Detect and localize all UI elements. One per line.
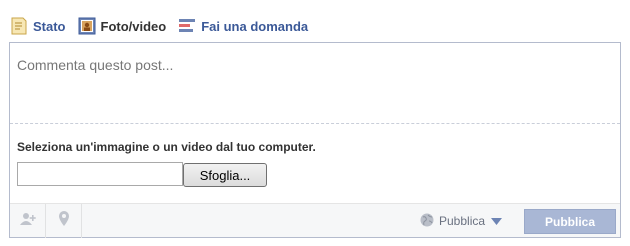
divider [10,123,620,124]
add-location-button[interactable] [46,204,81,238]
browse-button[interactable]: Sfoglia... [183,163,267,187]
file-path-field[interactable] [17,162,183,186]
chevron-down-icon [491,214,503,228]
tab-question-label: Fai una domanda [201,18,309,34]
upload-instructions: Seleziona un'immagine o un video dal tuo… [17,140,316,154]
tab-question[interactable]: Fai una domanda [178,17,308,35]
tag-friends-button[interactable] [10,204,45,238]
add-person-icon [19,212,36,231]
composer-tabs: Stato Foto/video Fai una domanda [10,15,320,37]
audience-selector[interactable]: Pubblica [420,204,503,238]
composer-footer: Pubblica Pubblica [10,203,620,238]
audience-label: Pubblica [439,214,486,228]
post-button[interactable]: Pubblica [524,209,616,234]
globe-icon [420,213,434,230]
question-poll-icon [178,17,196,35]
tab-photo-video-label: Foto/video [100,18,167,34]
composer-box: Seleziona un'immagine o un video dal tuo… [9,42,621,238]
tab-status-label: Stato [33,18,66,34]
tab-photo-video[interactable]: Foto/video [78,17,167,35]
post-comment-input[interactable] [10,43,620,123]
location-pin-icon [58,211,69,231]
photo-video-icon [78,17,96,35]
tab-status[interactable]: Stato [10,17,66,35]
status-note-icon [10,17,28,35]
footer-separator [81,204,82,238]
